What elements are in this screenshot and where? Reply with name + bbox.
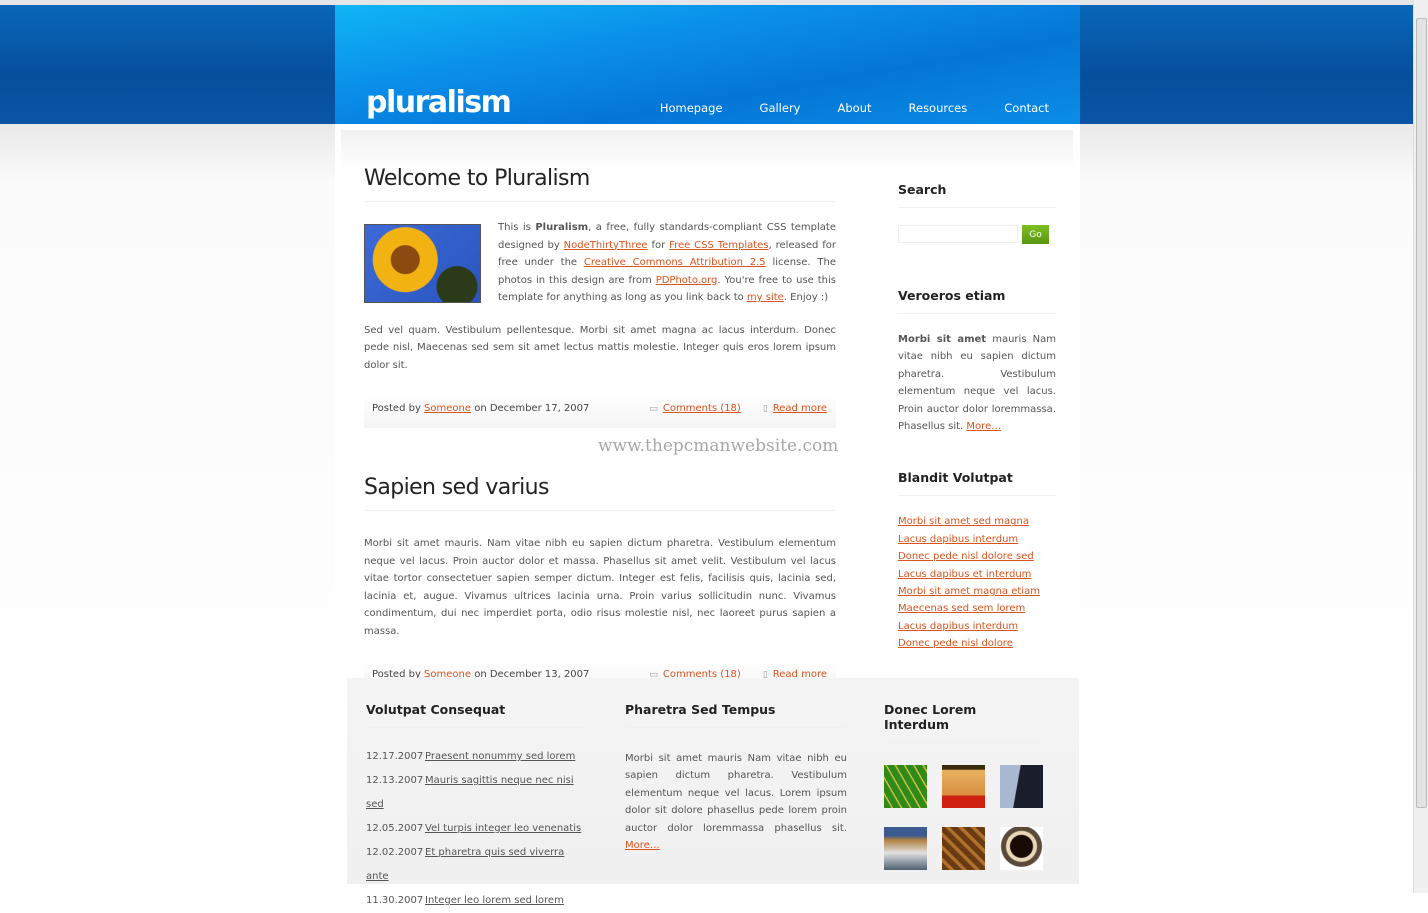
list-item: 12.02.2007 Et pharetra quis sed viverra a… (366, 847, 565, 882)
watermark: www.thepcmanwebsite.com (598, 436, 839, 456)
thumbnail-coast[interactable] (884, 827, 927, 870)
post: Welcome to Pluralism This is Pluralism, … (364, 166, 836, 428)
sidebar-link[interactable]: Morbi sit amet sed magna (898, 516, 1029, 527)
footer: Volutpat Consequat 12.17.2007 Praesent no… (347, 678, 1079, 906)
read-more-link[interactable]: Read more (773, 403, 827, 414)
search-heading: Search (898, 182, 1056, 208)
header: pluralism Homepage Gallery About Resourc… (335, 5, 1080, 124)
document-icon: ▯ (762, 404, 768, 414)
thumbnail-cliff[interactable] (1000, 765, 1043, 808)
post-body: Morbi sit amet mauris. Nam vitae nibh eu… (364, 538, 836, 637)
post: Sapien sed varius Morbi sit amet mauris.… (364, 475, 836, 694)
footer-column-pharetra: Pharetra Sed Tempus Morbi sit amet mauri… (625, 702, 847, 854)
link-creative-commons[interactable]: Creative Commons Attribution 2.5 (584, 257, 766, 268)
site-logo[interactable]: pluralism (366, 85, 512, 120)
go-button[interactable]: Go (1022, 225, 1049, 244)
comment-icon: ▭ (649, 404, 658, 414)
post-intro: This is Pluralism, a free, fully standar… (364, 222, 836, 307)
thumbnail-coffee[interactable] (1000, 827, 1043, 870)
sidebar-link[interactable]: Maecenas sed sem lorem (898, 603, 1025, 614)
main-content: Welcome to Pluralism This is Pluralism, … (364, 166, 839, 694)
footer-link[interactable]: Praesent nonummy sed lorem (425, 751, 575, 762)
footer-column-volutpat: Volutpat Consequat 12.17.2007 Praesent no… (366, 702, 588, 913)
list-item: 12.17.2007 Praesent nonummy sed lorem (366, 751, 576, 762)
nav-about[interactable]: About (838, 101, 872, 115)
search-form: Go (898, 225, 1056, 244)
veroeros-heading: Veroeros etiam (898, 288, 1056, 314)
link-my-site[interactable]: my site (747, 292, 784, 303)
post-title: Sapien sed varius (364, 475, 836, 511)
page-container: Welcome to Pluralism This is Pluralism, … (335, 124, 1080, 906)
footer-heading: Pharetra Sed Tempus (625, 702, 847, 728)
footer-text: Morbi sit amet mauris Nam vitae nibh eu … (625, 753, 847, 852)
thumbnail-leaf[interactable] (884, 765, 927, 808)
post-title: Welcome to Pluralism (364, 166, 836, 202)
veroeros-text: Morbi sit amet mauris Nam vitae nibh eu … (898, 334, 1056, 433)
link-nodethirtythree[interactable]: NodeThirtyThree (564, 240, 648, 251)
thumbnail-wood[interactable] (942, 827, 985, 870)
sunflower-image (364, 224, 481, 303)
footer-heading: Donec Lorem Interdum (884, 702, 1044, 743)
search-input[interactable] (898, 225, 1018, 243)
sidebar-link[interactable]: Morbi sit amet magna etiam (898, 586, 1040, 597)
more-link[interactable]: More… (966, 421, 1001, 432)
footer-link[interactable]: Vel turpis integer leo venenatis (425, 823, 581, 834)
list-item: 12.05.2007 Vel turpis integer leo venenat… (366, 823, 582, 834)
comments-link[interactable]: Comments (18) (663, 403, 741, 414)
link-pdphoto[interactable]: PDPhoto.org (656, 275, 718, 286)
author-link[interactable]: Someone (424, 403, 471, 414)
thumbnail-gallery (884, 765, 1044, 870)
footer-heading: Volutpat Consequat (366, 702, 588, 728)
main-nav: Homepage Gallery About Resources Contact (660, 101, 1049, 115)
list-item: 12.13.2007 Mauris sagittis neque nec nisi… (366, 775, 574, 810)
inner-container: Welcome to Pluralism This is Pluralism, … (341, 130, 1079, 906)
post-meta: Posted by Someone on December 17, 2007 ▭… (364, 394, 836, 428)
footer-link[interactable]: Integer leo lorem sed lorem (425, 895, 564, 906)
nav-resources[interactable]: Resources (909, 101, 968, 115)
link-free-css-templates[interactable]: Free CSS Templates (669, 240, 768, 251)
nav-homepage[interactable]: Homepage (660, 101, 723, 115)
blandit-heading: Blandit Volutpat (898, 470, 1056, 497)
intro-text: This is Pluralism, a free, fully standar… (498, 222, 837, 303)
sidebar-link[interactable]: Lacus dapibus interdum (898, 534, 1018, 545)
sidebar-link[interactable]: Donec pede nisl dolore (898, 638, 1013, 649)
thumbnail-cheese[interactable] (942, 765, 985, 808)
sidebar-link[interactable]: Donec pede nisl dolore sed (898, 551, 1034, 562)
blandit-links: Morbi sit amet sed magna Lacus dapibus i… (898, 513, 1056, 652)
footer-column-donec: Donec Lorem Interdum (884, 702, 1044, 870)
sidebar-link[interactable]: Lacus dapibus et interdum (898, 569, 1031, 580)
sidebar-link[interactable]: Lacus dapibus interdum (898, 621, 1018, 632)
nav-contact[interactable]: Contact (1004, 101, 1049, 115)
scrollbar-thumb[interactable] (1416, 18, 1427, 808)
nav-gallery[interactable]: Gallery (760, 101, 801, 115)
vertical-scrollbar[interactable] (1413, 0, 1428, 893)
post-body: Sed vel quam. Vestibulum pellentesque. M… (364, 324, 836, 371)
sidebar: Search Go Veroeros etiam Morbi sit amet … (898, 182, 1056, 653)
more-link[interactable]: More… (625, 840, 660, 851)
